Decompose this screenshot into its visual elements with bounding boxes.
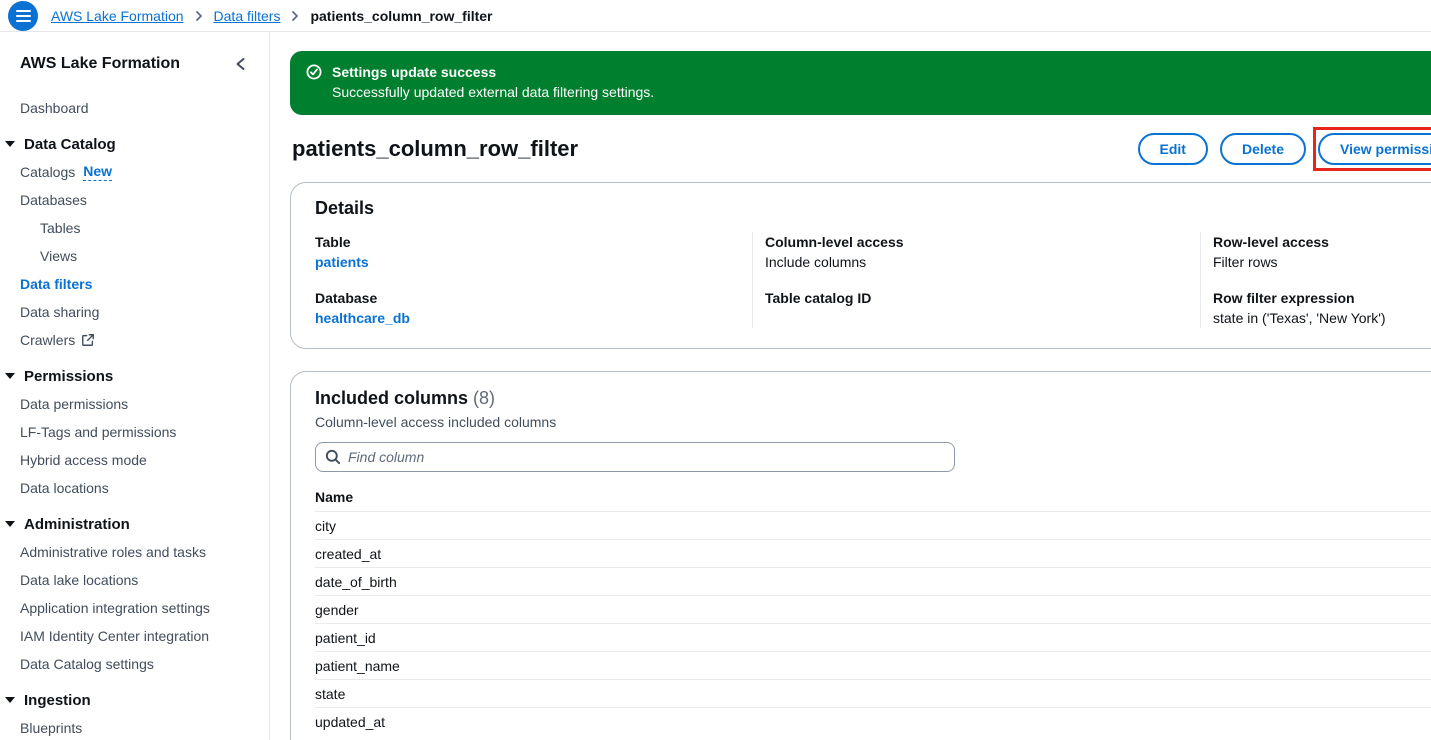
table-label: Table bbox=[315, 232, 736, 252]
breadcrumb-link-lake-formation[interactable]: AWS Lake Formation bbox=[51, 8, 184, 24]
page-actions: Edit Delete View permissions bbox=[1138, 133, 1431, 165]
table-row: gender bbox=[315, 596, 1431, 624]
sidebar-item-data-lake-locations[interactable]: Data lake locations bbox=[0, 566, 269, 594]
details-card-title: Details bbox=[315, 198, 1431, 219]
sidebar-section-administration[interactable]: Administration bbox=[0, 510, 269, 538]
sidebar-item-tables[interactable]: Tables bbox=[0, 214, 269, 242]
sidebar-item-lf-tags[interactable]: LF-Tags and permissions bbox=[0, 418, 269, 446]
included-columns-title: Included columns (8) bbox=[315, 388, 1431, 409]
delete-button[interactable]: Delete bbox=[1220, 133, 1306, 165]
sidebar-item-data-catalog-settings[interactable]: Data Catalog settings bbox=[0, 650, 269, 678]
row-filter-expression-label: Row filter expression bbox=[1213, 288, 1431, 308]
columns-table: Name city created_at date_of_birth gende… bbox=[315, 482, 1431, 736]
check-circle-icon bbox=[306, 64, 322, 104]
row-filter-expression-value: state in ('Texas', 'New York') bbox=[1213, 308, 1431, 328]
table-row: city bbox=[315, 512, 1431, 540]
sidebar-item-admin-roles[interactable]: Administrative roles and tasks bbox=[0, 538, 269, 566]
included-columns-description: Column-level access included columns bbox=[315, 414, 1431, 430]
breadcrumb-link-data-filters[interactable]: Data filters bbox=[214, 8, 281, 24]
table-row: created_at bbox=[315, 540, 1431, 568]
table-row: state bbox=[315, 680, 1431, 708]
sidebar-item-data-sharing[interactable]: Data sharing bbox=[0, 298, 269, 326]
details-card: Details Table patients Database healthca… bbox=[290, 182, 1431, 349]
caret-down-icon bbox=[5, 373, 15, 379]
success-flashbar: Settings update success Successfully upd… bbox=[290, 51, 1431, 115]
sidebar-item-iam-identity-center[interactable]: IAM Identity Center integration bbox=[0, 622, 269, 650]
sidebar-item-views[interactable]: Views bbox=[0, 242, 269, 270]
chevron-right-icon bbox=[193, 10, 205, 22]
sidebar-item-catalogs[interactable]: Catalogs New bbox=[0, 158, 269, 186]
table-row: date_of_birth bbox=[315, 568, 1431, 596]
sidebar-item-data-permissions[interactable]: Data permissions bbox=[0, 390, 269, 418]
included-columns-card: Included columns (8) Column-level access… bbox=[290, 371, 1431, 740]
sidebar-item-crawlers[interactable]: Crawlers bbox=[0, 326, 269, 354]
table-link[interactable]: patients bbox=[315, 254, 369, 270]
sidebar-item-blueprints[interactable]: Blueprints bbox=[0, 714, 269, 740]
sidebar-section-permissions[interactable]: Permissions bbox=[0, 362, 269, 390]
sidebar-item-data-locations[interactable]: Data locations bbox=[0, 474, 269, 502]
sidebar-item-dashboard[interactable]: Dashboard bbox=[0, 94, 269, 122]
database-label: Database bbox=[315, 288, 736, 308]
table-row: patient_name bbox=[315, 652, 1431, 680]
sidebar-section-data-catalog[interactable]: Data Catalog bbox=[0, 130, 269, 158]
sidebar-item-data-filters[interactable]: Data filters bbox=[0, 270, 269, 298]
sidebar-title[interactable]: AWS Lake Formation bbox=[20, 55, 180, 73]
column-level-access-value: Include columns bbox=[765, 252, 1184, 272]
database-link[interactable]: healthcare_db bbox=[315, 310, 410, 326]
caret-down-icon bbox=[5, 141, 15, 147]
side-navigation: AWS Lake Formation Dashboard Data Catalo… bbox=[0, 32, 270, 740]
edit-button[interactable]: Edit bbox=[1138, 133, 1208, 165]
external-link-icon bbox=[81, 333, 95, 347]
table-catalog-id-label: Table catalog ID bbox=[765, 288, 1184, 308]
flash-title: Settings update success bbox=[332, 62, 654, 82]
sidebar-item-app-integration-settings[interactable]: Application integration settings bbox=[0, 594, 269, 622]
flash-message: Successfully updated external data filte… bbox=[332, 82, 654, 102]
main-content: Settings update success Successfully upd… bbox=[270, 32, 1431, 740]
top-navigation-bar: AWS Lake Formation Data filters patients… bbox=[0, 0, 1431, 32]
chevron-right-icon bbox=[289, 10, 301, 22]
table-row: updated_at bbox=[315, 708, 1431, 736]
sidebar-section-ingestion[interactable]: Ingestion bbox=[0, 686, 269, 714]
view-permissions-button[interactable]: View permissions bbox=[1318, 133, 1431, 165]
sidebar-collapse-icon[interactable] bbox=[234, 57, 247, 71]
breadcrumb-current-page: patients_column_row_filter bbox=[310, 8, 492, 24]
columns-table-header-name: Name bbox=[315, 482, 1431, 512]
caret-down-icon bbox=[5, 697, 15, 703]
row-level-access-label: Row-level access bbox=[1213, 232, 1431, 252]
included-columns-count: (8) bbox=[473, 388, 495, 408]
sidebar-item-databases[interactable]: Databases bbox=[0, 186, 269, 214]
breadcrumb: AWS Lake Formation Data filters patients… bbox=[51, 8, 493, 24]
table-row: patient_id bbox=[315, 624, 1431, 652]
page-title: patients_column_row_filter bbox=[290, 136, 578, 162]
find-column-input[interactable] bbox=[315, 442, 955, 472]
caret-down-icon bbox=[5, 521, 15, 527]
search-icon bbox=[325, 449, 341, 470]
column-level-access-label: Column-level access bbox=[765, 232, 1184, 252]
hamburger-menu-icon[interactable] bbox=[8, 1, 38, 31]
row-level-access-value: Filter rows bbox=[1213, 252, 1431, 272]
sidebar-item-hybrid-access-mode[interactable]: Hybrid access mode bbox=[0, 446, 269, 474]
new-badge[interactable]: New bbox=[83, 163, 112, 181]
